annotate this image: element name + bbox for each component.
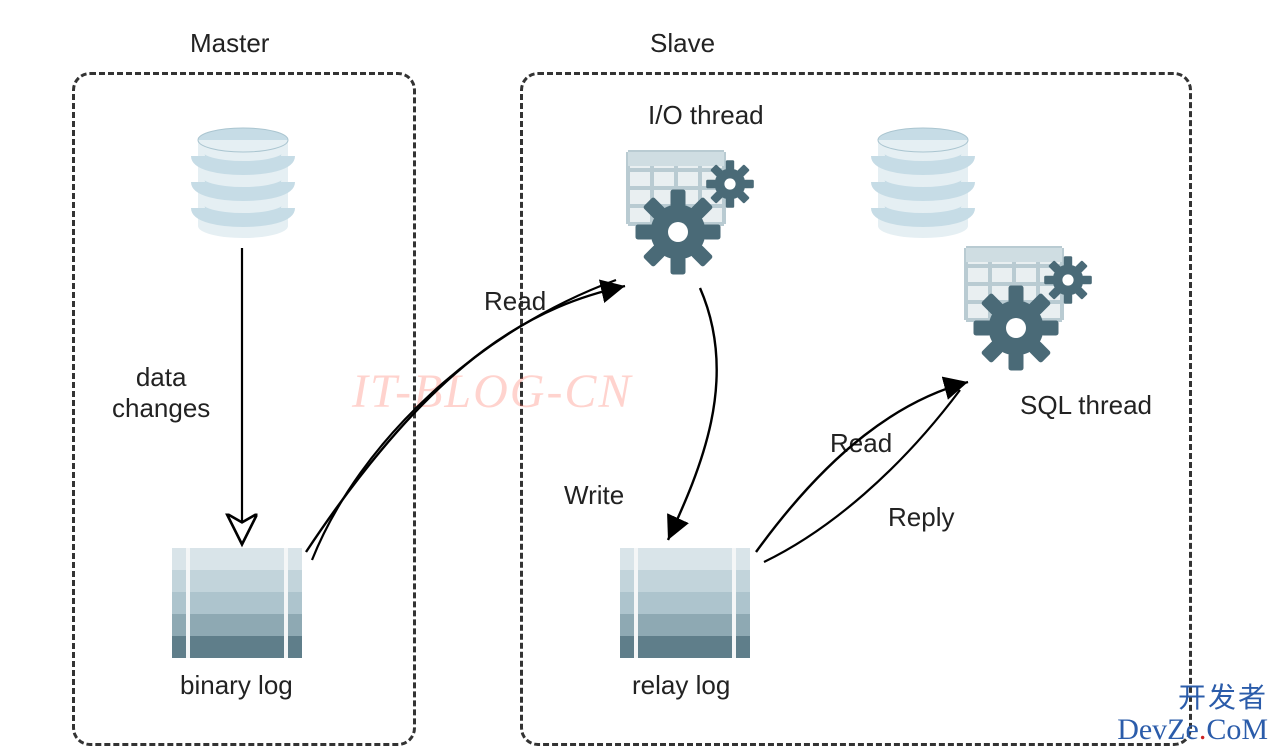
logo-en-pre: DevZe (1117, 713, 1199, 746)
relay-log-label: relay log (632, 670, 730, 701)
io-thread-label: I/O thread (648, 100, 764, 131)
edge-write: Write (564, 480, 624, 511)
slave-title: Slave (650, 28, 715, 59)
data-line2: changes (112, 393, 210, 423)
logo-en-post: CoM (1206, 713, 1268, 746)
master-title: Master (190, 28, 269, 59)
edge-read2: Read (830, 428, 892, 459)
sql-thread-label: SQL thread (1020, 390, 1152, 421)
edge-read1: Read (484, 286, 546, 317)
logo-cn: 开发者 (1117, 684, 1268, 713)
data-changes-label: data changes (112, 362, 210, 424)
site-logo: 开发者 DevZe.CoM (1117, 684, 1268, 745)
binary-log-label: binary log (180, 670, 293, 701)
edge-reply: Reply (888, 502, 954, 533)
watermark: IT-BLOG-CN (352, 364, 632, 419)
data-line1: data (136, 362, 187, 392)
